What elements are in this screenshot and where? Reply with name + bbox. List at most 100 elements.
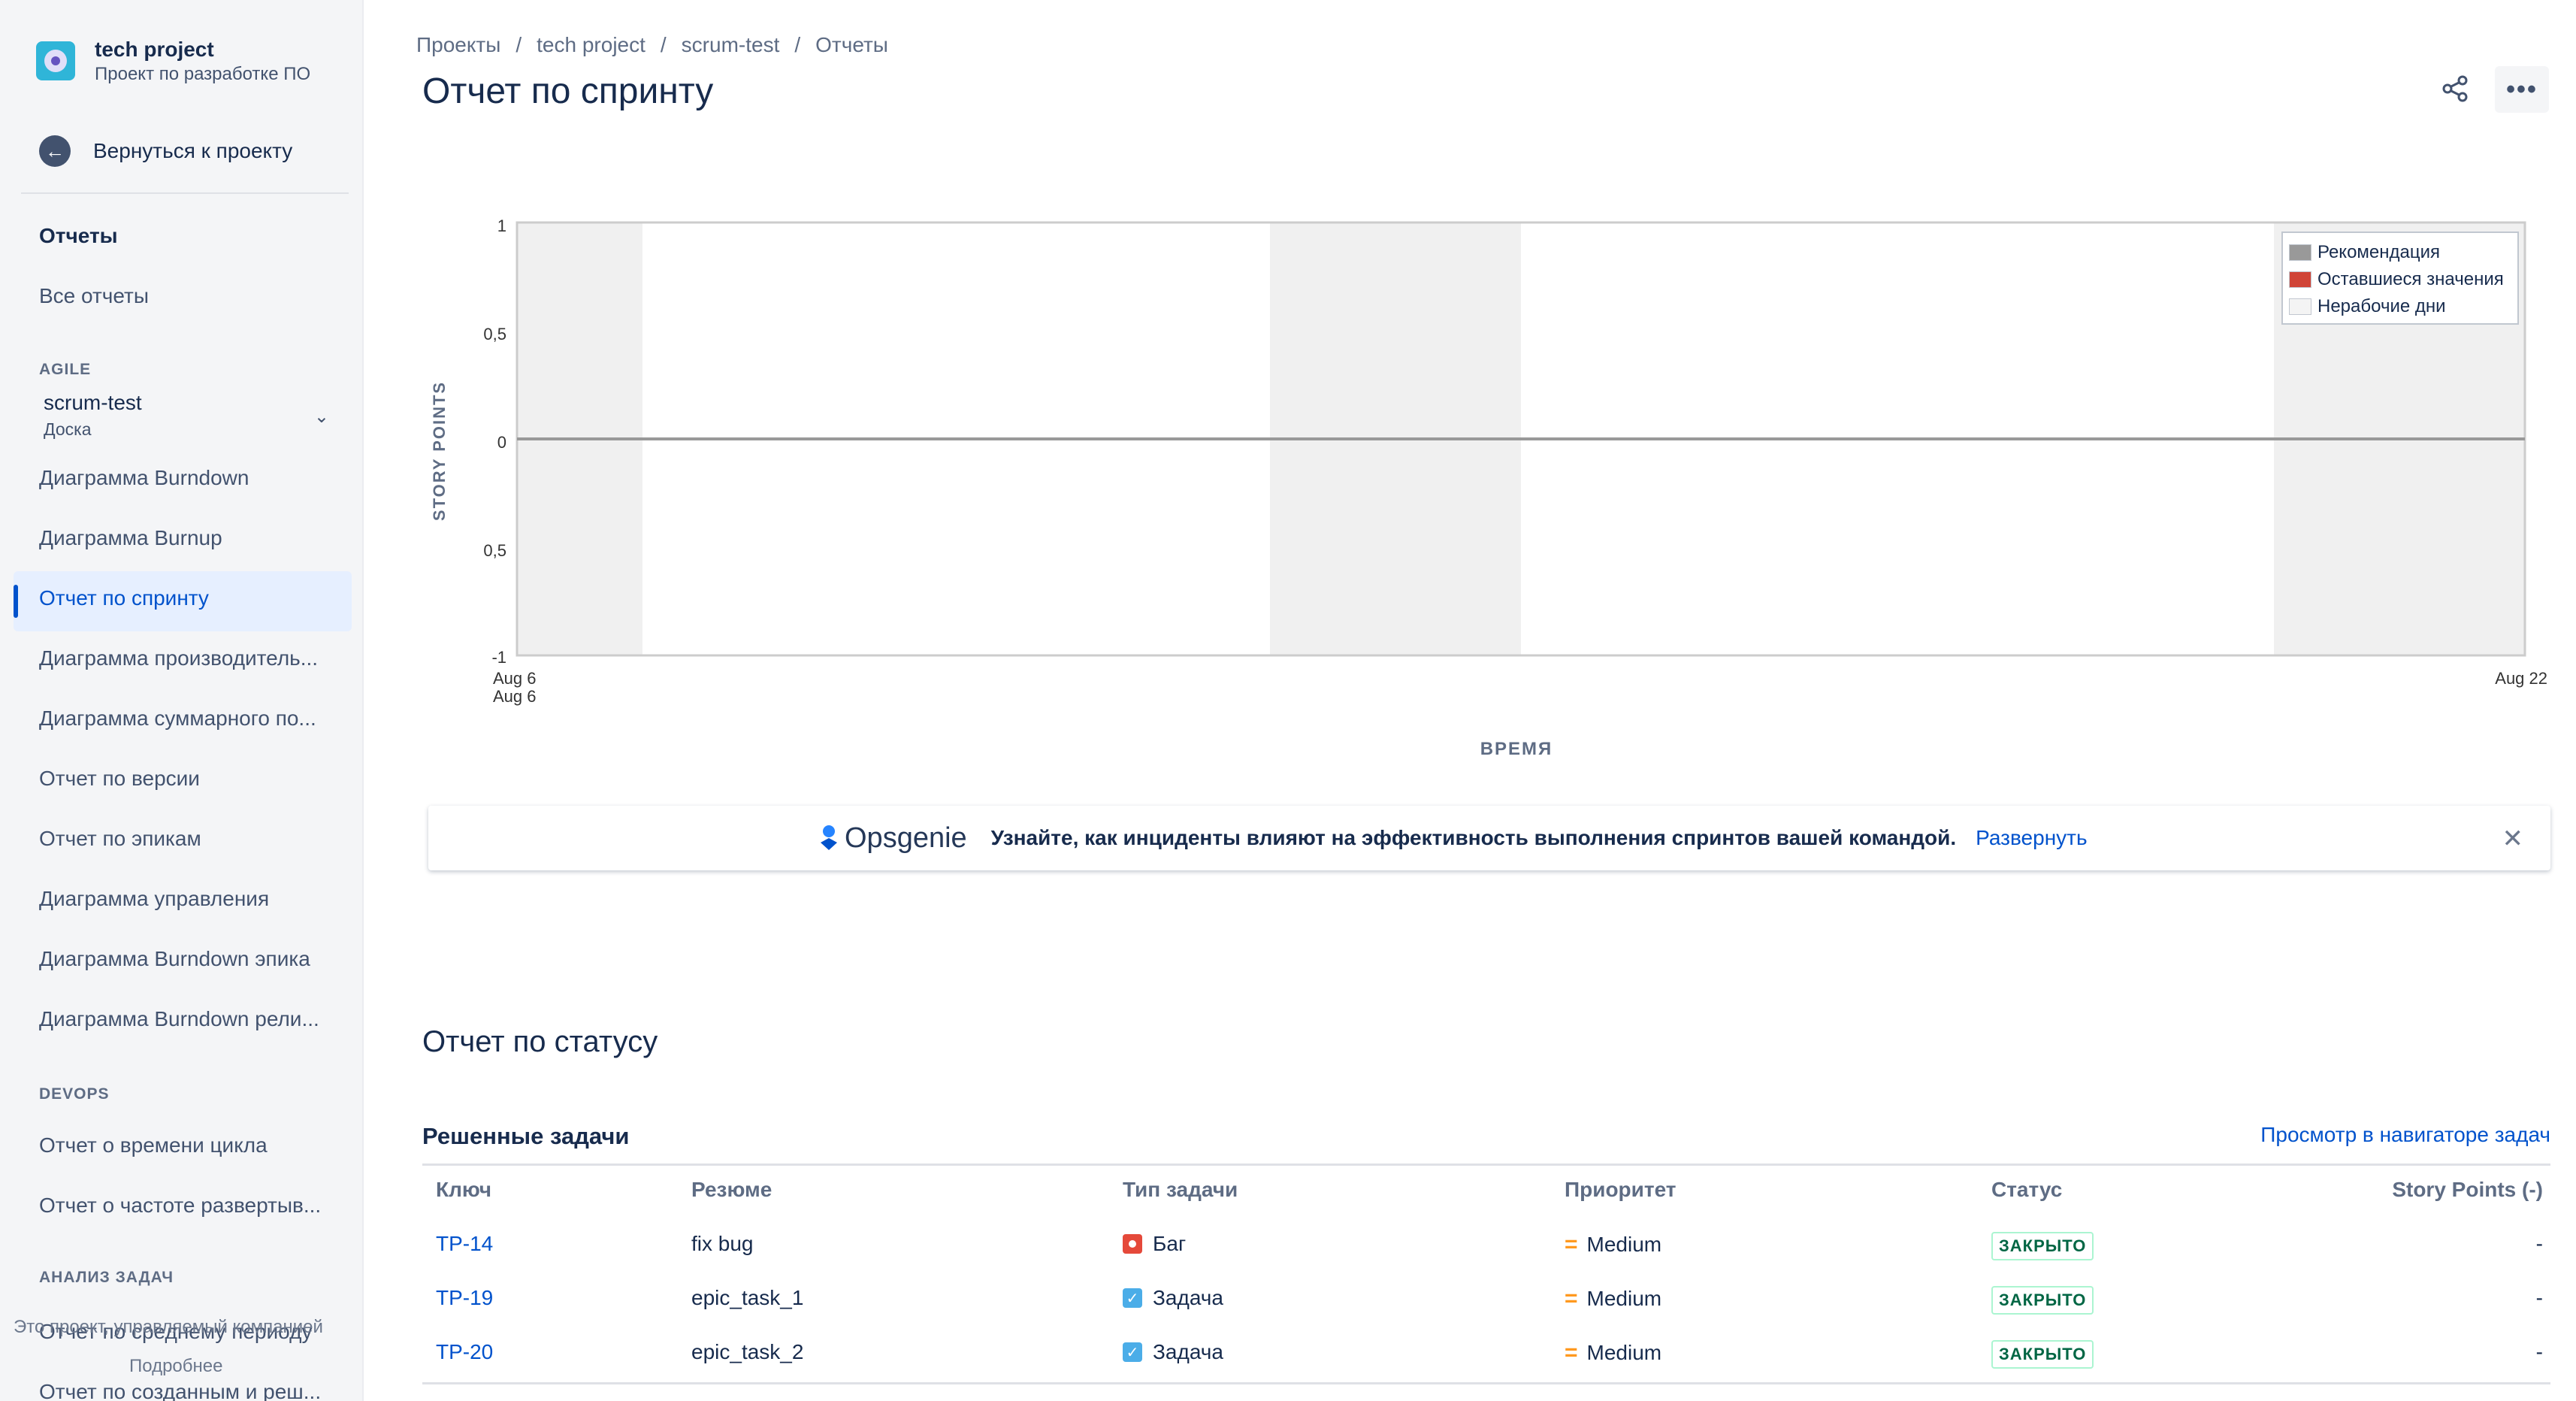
issue-key-link[interactable]: TP-14 [436,1232,493,1256]
sidebar-item-version-report[interactable]: Отчет по версии [39,767,340,791]
sidebar-item-sprint-report[interactable]: Отчет по спринту [39,586,340,610]
issue-type-label: Баг [1153,1232,1187,1255]
issue-type: Баг [1123,1232,1186,1256]
chart-legend: Рекомендация Оставшиеся значения Нерабоч… [2281,231,2519,325]
breadcrumb-separator: / [660,33,667,56]
legend-label: Оставшиеся значения [2317,269,2504,289]
table-header: Ключ Резюме Тип задачи Приоритет Статус … [422,1166,2550,1220]
sidebar-active-indicator [14,585,18,618]
y-tick-label: 1 [497,216,506,235]
learn-more-link[interactable]: Подробнее [129,1356,222,1377]
banner-message: Узнайте, как инциденты влияют на эффекти… [990,826,1957,849]
sidebar-item-all-reports[interactable]: Все отчеты [39,284,340,308]
issue-type: ✓ Задача [1123,1286,1223,1310]
sidebar-item-created-vs-resolved[interactable]: Отчет по созданным и реш... [39,1380,340,1401]
opsgenie-icon [821,825,837,850]
sidebar-item-burndown[interactable]: Диаграмма Burndown [39,466,340,490]
y-tick-label: 0,5 [483,325,506,343]
sidebar-heading-analysis: АНАЛИЗ ЗАДАЧ [39,1269,174,1286]
share-icon [2442,75,2468,102]
y-tick-label: -1 [491,648,506,667]
task-icon: ✓ [1123,1288,1142,1308]
sidebar-divider [21,192,349,194]
sidebar-item-velocity[interactable]: Диаграмма производитель... [39,646,340,670]
breadcrumb-separator: / [516,33,522,56]
view-in-issue-navigator-link[interactable]: Просмотр в навигаторе задач [2260,1123,2550,1147]
project-name: tech project [95,38,214,61]
share-button[interactable] [2432,68,2478,110]
sidebar-item-release-burndown[interactable]: Диаграмма Burndown рели... [39,1007,340,1031]
close-icon[interactable]: ✕ [2502,824,2524,854]
issue-key-link[interactable]: TP-20 [436,1340,493,1364]
legend-swatch [2289,271,2311,288]
issue-status: ЗАКРЫТО [1991,1286,2094,1315]
issue-summary: epic_task_1 [691,1286,804,1309]
priority-medium-icon: = [1565,1340,1577,1365]
issue-priority: = Medium [1565,1340,1661,1366]
y-axis-label: STORY POINTS [430,381,449,521]
priority-medium-icon: = [1565,1232,1577,1257]
board-selector[interactable]: scrum-test Доска ⌄ [44,391,329,440]
legend-label: Нерабочие дни [2317,296,2446,316]
column-header[interactable]: Story Points (-) [2392,1178,2543,1202]
more-actions-button[interactable]: ••• [2495,66,2549,113]
bug-icon [1123,1234,1142,1254]
banner-expand-link[interactable]: Развернуть [1976,826,2087,850]
project-header[interactable]: tech project Проект по разработке ПО [36,36,310,86]
breadcrumb-reports[interactable]: Отчеты [815,33,888,57]
more-icon: ••• [2506,74,2538,104]
issue-priority: = Medium [1565,1286,1661,1312]
back-to-project-link[interactable]: ← Вернуться к проекту [39,135,292,167]
resolved-issues-table: Ключ Резюме Тип задачи Приоритет Статус … [422,1163,2550,1384]
opsgenie-logo: Opsgenie [819,822,967,855]
sidebar-item-burnup[interactable]: Диаграмма Burnup [39,526,340,550]
sidebar-item-control-chart[interactable]: Диаграмма управления [39,887,340,911]
status-badge: ЗАКРЫТО [1991,1340,2094,1369]
sidebar-heading-agile: AGILE [39,361,92,378]
breadcrumb-separator: / [794,33,801,56]
column-header[interactable]: Приоритет [1565,1178,1677,1202]
sidebar-item-cycle-time[interactable]: Отчет о времени цикла [39,1133,340,1157]
opsgenie-banner: Opsgenie Узнайте, как инциденты влияют н… [428,806,2550,870]
status-badge: ЗАКРЫТО [1991,1232,2094,1260]
board-name: scrum-test [44,391,142,414]
breadcrumb-project[interactable]: tech project [537,33,646,57]
column-header[interactable]: Резюме [691,1178,772,1202]
issue-priority: = Medium [1565,1232,1661,1257]
issue-key-link[interactable]: TP-19 [436,1286,493,1310]
sidebar: tech project Проект по разработке ПО ← В… [0,0,364,1401]
sidebar-item-cumulative-flow[interactable]: Диаграмма суммарного по... [39,707,340,731]
breadcrumb-board[interactable]: scrum-test [682,33,780,57]
task-icon: ✓ [1123,1342,1142,1362]
issue-type-label: Задача [1153,1286,1223,1309]
column-header[interactable]: Ключ [436,1178,491,1202]
y-tick-label: 0 [497,433,506,452]
sidebar-reports-heading: Отчеты [39,224,118,247]
status-badge: ЗАКРЫТО [1991,1286,2094,1315]
resolved-issues-title: Решенные задачи [422,1123,630,1149]
legend-swatch [2289,298,2311,315]
issue-status: ЗАКРЫТО [1991,1232,2094,1260]
sidebar-item-epic-burndown[interactable]: Диаграмма Burndown эпика [39,947,340,971]
issue-type-label: Задача [1153,1340,1223,1363]
sidebar-item-epic-report[interactable]: Отчет по эпикам [39,827,340,851]
column-header[interactable]: Статус [1991,1178,2062,1202]
breadcrumb-projects[interactable]: Проекты [416,33,500,57]
column-header[interactable]: Тип задачи [1123,1178,1238,1202]
sidebar-item-deployment-frequency[interactable]: Отчет о частоте развертыв... [39,1194,340,1218]
page-title: Отчет по спринту [422,71,714,111]
x-axis-label: ВРЕМЯ [1480,739,1553,759]
story-points: - [2535,1286,2543,1309]
issue-type: ✓ Задача [1123,1340,1223,1364]
story-points: - [2535,1340,2543,1363]
opsgenie-wordmark: Opsgenie [845,822,967,854]
table-row: TP-20 epic_task_2 ✓ Задача = Medium ЗАКРЫТ… [422,1328,2550,1382]
priority-label: Medium [1586,1341,1662,1364]
x-tick-label: Aug 6 [493,669,537,688]
table-row: TP-19 epic_task_1 ✓ Задача = Medium ЗАКРЫТ… [422,1274,2550,1328]
table-row: TP-14 fix bug Баг = Medium ЗАКРЫТО - [422,1220,2550,1274]
status-report-title: Отчет по статусу [422,1025,658,1058]
priority-label: Medium [1586,1233,1662,1256]
priority-medium-icon: = [1565,1286,1577,1311]
x-tick-label: Aug 22 [2495,669,2547,688]
